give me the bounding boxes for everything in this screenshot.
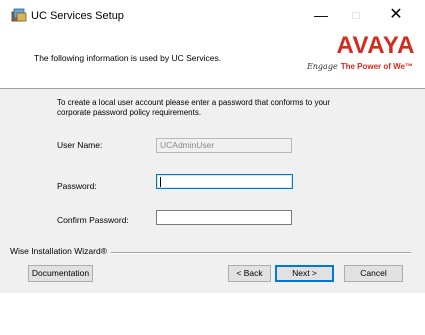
logo-tagline-script: Engage bbox=[306, 62, 338, 71]
installer-icon bbox=[11, 8, 27, 22]
avaya-logo: AVAYA Engage The Power of We™ bbox=[270, 32, 415, 84]
wizard-label: Wise Installation Wizard® bbox=[10, 246, 111, 256]
confirm-password-label: Confirm Password: bbox=[57, 215, 129, 225]
username-value: UCAdminUser bbox=[160, 140, 215, 150]
cancel-button[interactable]: Cancel bbox=[344, 265, 403, 282]
title-bar[interactable]: UC Services Setup — □ ✕ bbox=[0, 0, 425, 30]
logo-wordmark: AVAYA bbox=[336, 32, 415, 59]
instruction-text: To create a local user account please en… bbox=[57, 98, 331, 117]
text-caret bbox=[160, 177, 161, 187]
logo-tagline-text: The Power of We bbox=[340, 62, 405, 71]
back-button[interactable]: < Back bbox=[228, 265, 271, 282]
window-title: UC Services Setup bbox=[31, 10, 124, 22]
username-label: User Name: bbox=[57, 140, 103, 150]
confirm-password-field[interactable] bbox=[156, 210, 292, 225]
header-banner: The following information is used by UC … bbox=[0, 30, 425, 89]
username-field: UCAdminUser bbox=[156, 138, 292, 153]
documentation-button[interactable]: Documentation bbox=[28, 265, 93, 282]
maximize-icon[interactable]: □ bbox=[339, 4, 373, 26]
logo-trademark: ™ bbox=[405, 62, 413, 71]
next-button[interactable]: Next > bbox=[275, 265, 334, 282]
minimize-icon[interactable]: — bbox=[304, 4, 338, 26]
password-field[interactable] bbox=[156, 174, 293, 189]
password-label: Password: bbox=[57, 181, 97, 191]
logo-tagline: Engage The Power of We™ bbox=[307, 62, 413, 71]
setup-dialog: UC Services Setup — □ ✕ The following in… bbox=[0, 0, 425, 293]
header-description: The following information is used by UC … bbox=[34, 53, 222, 63]
close-icon[interactable]: ✕ bbox=[379, 4, 413, 26]
